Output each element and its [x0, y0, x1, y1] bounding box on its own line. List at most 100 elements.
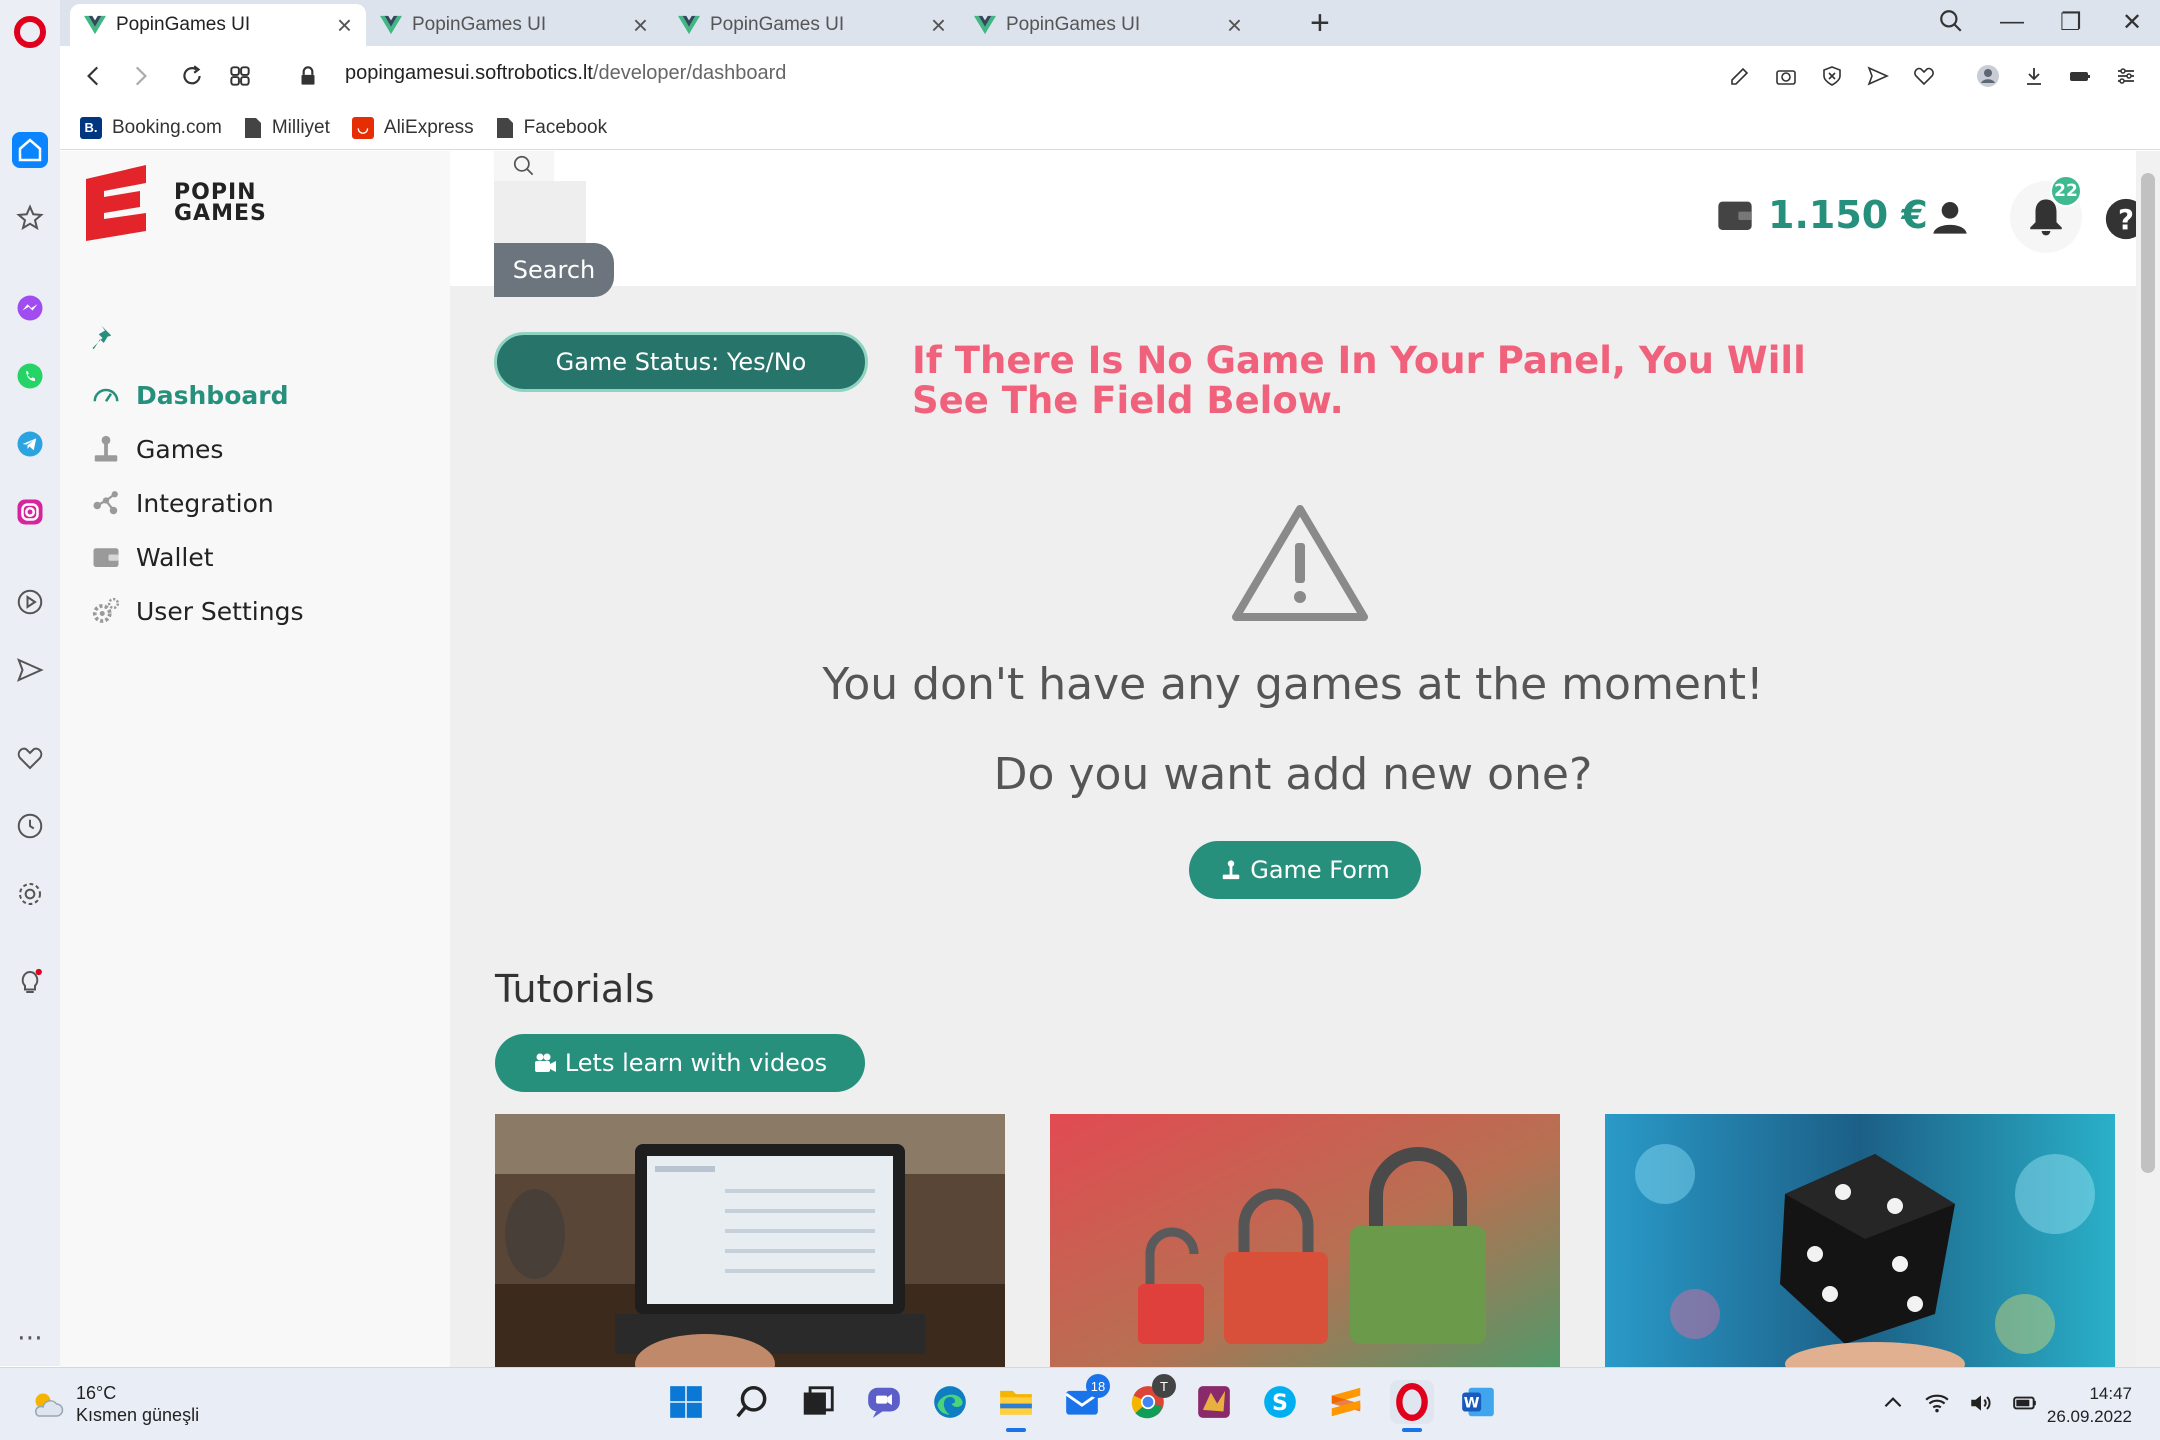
profile-icon[interactable]: [1974, 62, 2002, 90]
bookmark-booking[interactable]: B. Booking.com: [80, 116, 222, 139]
home-icon[interactable]: [12, 132, 48, 168]
pin-icon[interactable]: [90, 323, 120, 353]
opera-logo-icon[interactable]: [14, 16, 46, 48]
sidebar-item-games[interactable]: Games: [90, 427, 223, 471]
close-icon[interactable]: ×: [1227, 12, 1242, 38]
file-explorer-icon[interactable]: [994, 1380, 1038, 1432]
send-icon[interactable]: [12, 652, 48, 688]
battery-saver-icon[interactable]: [2066, 62, 2094, 90]
close-icon[interactable]: ×: [337, 12, 352, 38]
player-icon[interactable]: [12, 584, 48, 620]
scrollbar-thumb[interactable]: [2141, 173, 2155, 1173]
bookmark-label: Facebook: [523, 116, 608, 138]
address-bar-tools: [1726, 62, 2140, 90]
start-icon[interactable]: [664, 1380, 708, 1424]
lock-icon[interactable]: [292, 60, 324, 92]
weather-widget[interactable]: 16°C Kısmen güneşli: [28, 1382, 199, 1426]
bookmark-facebook[interactable]: Facebook: [496, 117, 607, 139]
opera-taskbar-icon[interactable]: [1390, 1380, 1434, 1432]
wallet-icon: [1718, 201, 1752, 230]
learn-videos-button[interactable]: Lets learn with videos: [495, 1034, 865, 1092]
browser-tab[interactable]: PopinGames UI ×: [960, 4, 1256, 46]
speed-dial-icon[interactable]: [224, 60, 256, 92]
browser-tab[interactable]: PopinGames UI ×: [664, 4, 960, 46]
new-tab-button[interactable]: +: [1310, 6, 1330, 40]
browser-tab[interactable]: PopinGames UI ×: [70, 4, 366, 46]
bookmark-aliexpress[interactable]: ◡ AliExpress: [351, 116, 474, 139]
sidebar-item-integration[interactable]: Integration: [90, 481, 274, 525]
search-icon[interactable]: [494, 151, 554, 181]
web-page: POPIN GAMES Dashboard Games Integration: [60, 151, 2136, 1367]
dice-photo: [1605, 1114, 2115, 1367]
wifi-icon[interactable]: [1924, 1390, 1950, 1416]
lightbulb-icon[interactable]: [12, 964, 48, 1000]
game-form-label: Game Form: [1250, 856, 1390, 884]
browser-tab[interactable]: PopinGames UI ×: [366, 4, 662, 46]
chevron-up-icon[interactable]: [1880, 1390, 1906, 1416]
search-button[interactable]: Search: [494, 243, 614, 297]
close-icon[interactable]: ×: [931, 12, 946, 38]
page-scrollbar[interactable]: [2136, 151, 2160, 1367]
more-icon[interactable]: ⋯: [12, 1320, 48, 1356]
reload-icon[interactable]: [176, 60, 208, 92]
messenger-icon[interactable]: [12, 290, 48, 326]
edit-icon[interactable]: [1726, 62, 1754, 90]
whatsapp-icon[interactable]: [12, 358, 48, 394]
telegram-icon[interactable]: [12, 426, 48, 462]
forward-icon[interactable]: [124, 60, 156, 92]
skype-icon[interactable]: S: [1258, 1380, 1302, 1424]
close-icon[interactable]: ×: [633, 12, 648, 38]
restore-icon[interactable]: ❐: [2060, 8, 2082, 37]
game-status-button[interactable]: Game Status: Yes/No: [494, 332, 868, 392]
sidebar-item-dashboard[interactable]: Dashboard: [90, 373, 288, 417]
bookmark-milliyet[interactable]: Milliyet: [244, 117, 330, 139]
battery-icon[interactable]: [2012, 1390, 2038, 1416]
back-icon[interactable]: [78, 60, 110, 92]
sidebar-item-user-settings[interactable]: User Settings: [90, 589, 303, 633]
tutorial-card-padlocks[interactable]: [1050, 1114, 1560, 1367]
popin-games-logo[interactable]: POPIN GAMES: [80, 163, 267, 243]
tab-title: PopinGames UI: [1006, 14, 1141, 35]
minimize-icon[interactable]: —: [2000, 8, 2024, 36]
game-app-icon[interactable]: [1192, 1380, 1236, 1424]
vue-favicon-icon: [84, 15, 106, 35]
chrome-icon[interactable]: T: [1126, 1374, 1176, 1424]
mail-icon[interactable]: 18: [1060, 1374, 1110, 1424]
user-icon[interactable]: [1930, 197, 1970, 237]
search-input[interactable]: [494, 181, 586, 243]
help-icon[interactable]: ?: [2104, 197, 2136, 241]
adblock-icon[interactable]: [1818, 62, 1846, 90]
tutorial-card-laptop[interactable]: [495, 1114, 1005, 1367]
snapshot-icon[interactable]: [1772, 62, 1800, 90]
star-icon[interactable]: [12, 200, 48, 236]
system-clock[interactable]: 14:47 26.09.2022: [2047, 1382, 2132, 1428]
game-form-button[interactable]: Game Form: [1189, 841, 1421, 899]
window-close-icon[interactable]: ✕: [2122, 8, 2142, 37]
sidebar-item-wallet[interactable]: Wallet: [90, 535, 214, 579]
task-view-icon[interactable]: [796, 1380, 840, 1424]
tutorial-card-dice[interactable]: [1605, 1114, 2115, 1367]
settings-icon[interactable]: [12, 876, 48, 912]
send-page-icon[interactable]: [1864, 62, 1892, 90]
wallet-icon: [90, 541, 122, 573]
wallet-balance[interactable]: 1.150 €: [1714, 193, 1928, 237]
url-field[interactable]: popingamesui.softrobotics.lt/developer/d…: [345, 62, 786, 85]
taskbar-search-icon[interactable]: [730, 1380, 774, 1424]
word-icon[interactable]: W: [1456, 1380, 1500, 1424]
logo-line-2: GAMES: [174, 201, 267, 226]
tab-search-icon[interactable]: [1938, 8, 1964, 41]
sublime-icon[interactable]: [1324, 1380, 1368, 1424]
history-icon[interactable]: [12, 808, 48, 844]
balance-amount: 1.150 €: [1768, 193, 1928, 237]
easy-setup-icon[interactable]: [2112, 62, 2140, 90]
page-icon: [496, 117, 513, 138]
volume-icon[interactable]: [1968, 1390, 1994, 1416]
svg-text:S: S: [1272, 1390, 1288, 1416]
taskbar-apps: 18 T S W: [664, 1374, 1500, 1432]
heart-icon[interactable]: [12, 740, 48, 776]
download-icon[interactable]: [2020, 62, 2048, 90]
teams-chat-icon[interactable]: [862, 1380, 906, 1424]
instagram-icon[interactable]: [12, 494, 48, 530]
bookmark-heart-icon[interactable]: [1910, 62, 1938, 90]
edge-icon[interactable]: [928, 1380, 972, 1424]
